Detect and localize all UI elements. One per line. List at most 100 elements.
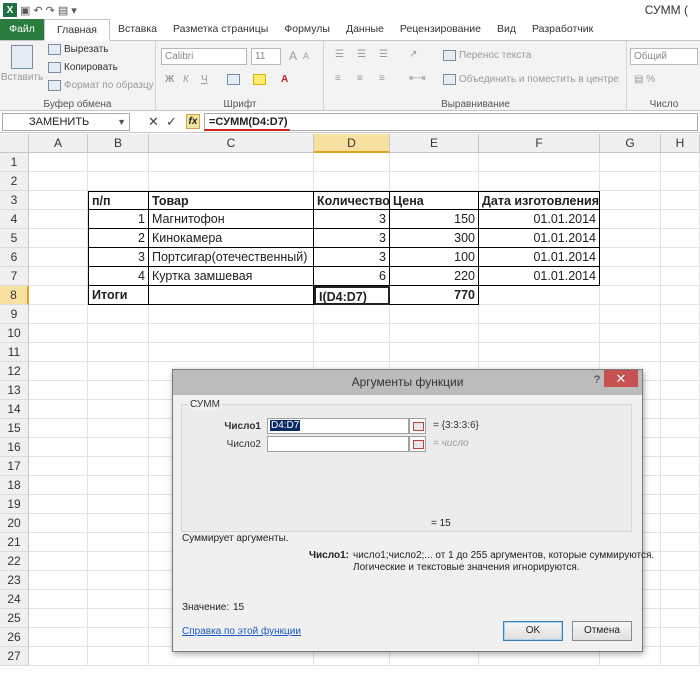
grid-cell[interactable] <box>88 476 149 495</box>
close-icon[interactable]: ✕ <box>604 370 638 387</box>
borders-button[interactable] <box>227 74 240 85</box>
grid-cell[interactable] <box>29 362 88 381</box>
column-header-e[interactable]: E <box>390 134 479 153</box>
grid-cell[interactable] <box>29 457 88 476</box>
font-name-combo[interactable]: Calibri <box>161 48 247 65</box>
grid-cell[interactable] <box>390 153 479 172</box>
header-cell-price[interactable]: Цена <box>390 191 479 210</box>
grid-cell[interactable] <box>29 324 88 343</box>
grid-cell[interactable] <box>661 324 700 343</box>
grid-cell[interactable] <box>29 533 88 552</box>
grid-cell[interactable] <box>29 191 88 210</box>
currency-icon[interactable]: ▤ % <box>634 74 655 85</box>
shrink-font-button[interactable]: A <box>303 51 309 61</box>
select-all-corner[interactable] <box>0 134 29 153</box>
grid-cell[interactable] <box>479 324 600 343</box>
grid-cell[interactable] <box>29 552 88 571</box>
grid-cell[interactable] <box>661 590 700 609</box>
row-header[interactable]: 15 <box>0 419 29 438</box>
table-cell[interactable]: 2 <box>88 229 149 248</box>
paste-button[interactable]: Вставить <box>1 45 43 83</box>
grid-cell[interactable] <box>661 362 700 381</box>
align-middle-icon[interactable]: ☰ <box>357 49 366 60</box>
grid-cell[interactable] <box>88 362 149 381</box>
grid-cell[interactable] <box>661 552 700 571</box>
grid-cell[interactable] <box>661 305 700 324</box>
grid-cell[interactable] <box>661 400 700 419</box>
undo-icon[interactable]: ↶ <box>33 4 42 17</box>
grid-cell[interactable] <box>661 172 700 191</box>
align-left-icon[interactable]: ≡ <box>335 73 341 84</box>
grid-cell[interactable] <box>29 400 88 419</box>
redo-icon[interactable]: ↷ <box>46 4 55 17</box>
italic-button[interactable]: К <box>183 74 189 85</box>
tab-review[interactable]: Рецензирование <box>392 19 489 40</box>
cut-button[interactable]: Вырезать <box>48 44 108 55</box>
grid-cell[interactable] <box>661 533 700 552</box>
active-cell-d8[interactable]: І(D4:D7) <box>314 286 390 305</box>
grid-cell[interactable] <box>600 229 661 248</box>
bold-button[interactable]: Ж <box>165 74 174 85</box>
grid-cell[interactable] <box>390 324 479 343</box>
grid-cell[interactable] <box>600 210 661 229</box>
grid-cell[interactable] <box>314 343 390 362</box>
grid-cell[interactable] <box>390 343 479 362</box>
grid-cell[interactable] <box>600 172 661 191</box>
grid-cell[interactable] <box>29 609 88 628</box>
column-header-b[interactable]: B <box>88 134 149 153</box>
grid-cell[interactable] <box>314 172 390 191</box>
grid-cell[interactable] <box>314 324 390 343</box>
grid-cell[interactable] <box>29 571 88 590</box>
ok-button[interactable]: OK <box>503 621 563 641</box>
table-cell[interactable]: 01.01.2014 <box>479 267 600 286</box>
grid-cell[interactable] <box>600 286 661 305</box>
row-header[interactable]: 4 <box>0 210 29 229</box>
grid-cell[interactable] <box>149 324 314 343</box>
table-cell[interactable]: 01.01.2014 <box>479 229 600 248</box>
row-header[interactable]: 6 <box>0 248 29 267</box>
grid-cell[interactable] <box>600 343 661 362</box>
grid-cell[interactable] <box>390 305 479 324</box>
table-cell[interactable]: 1 <box>88 210 149 229</box>
grid-cell[interactable] <box>314 153 390 172</box>
grid-cell[interactable] <box>149 172 314 191</box>
grid-cell[interactable] <box>29 343 88 362</box>
grid-cell[interactable] <box>661 457 700 476</box>
row-header[interactable]: 23 <box>0 571 29 590</box>
print-preview-icon[interactable]: ▤ <box>58 4 68 17</box>
row-header[interactable]: 9 <box>0 305 29 324</box>
collapse-dialog-icon[interactable] <box>409 418 426 434</box>
grid-cell[interactable] <box>88 400 149 419</box>
orientation-icon[interactable]: ↗ <box>409 49 417 60</box>
grid-cell[interactable] <box>29 628 88 647</box>
grid-cell[interactable] <box>661 191 700 210</box>
table-cell[interactable]: 220 <box>390 267 479 286</box>
grid-cell[interactable] <box>29 647 88 666</box>
grid-cell[interactable] <box>29 229 88 248</box>
row-header[interactable]: 25 <box>0 609 29 628</box>
grid-cell[interactable] <box>29 153 88 172</box>
arg2-input[interactable] <box>267 436 409 452</box>
row-header[interactable]: 12 <box>0 362 29 381</box>
grid-cell[interactable] <box>661 210 700 229</box>
grid-cell[interactable] <box>88 324 149 343</box>
grid-cell[interactable] <box>390 172 479 191</box>
row-header[interactable]: 8 <box>0 286 29 305</box>
insert-function-icon[interactable]: fx <box>186 114 200 129</box>
row-header[interactable]: 5 <box>0 229 29 248</box>
table-cell[interactable]: 3 <box>314 229 390 248</box>
column-header-f[interactable]: F <box>479 134 600 153</box>
grid-cell[interactable] <box>88 628 149 647</box>
tab-page-layout[interactable]: Разметка страницы <box>165 19 276 40</box>
grid-cell[interactable] <box>479 343 600 362</box>
grid-cell[interactable] <box>661 248 700 267</box>
grid-cell[interactable] <box>661 495 700 514</box>
table-cell[interactable]: 6 <box>314 267 390 286</box>
grid-cell[interactable] <box>479 305 600 324</box>
format-painter-button[interactable]: Формат по образцу <box>48 80 154 91</box>
table-cell[interactable]: 300 <box>390 229 479 248</box>
row-header[interactable]: 17 <box>0 457 29 476</box>
header-cell-number[interactable]: п/п <box>88 191 149 210</box>
align-right-icon[interactable]: ≡ <box>379 73 385 84</box>
column-header-h[interactable]: H <box>661 134 700 153</box>
